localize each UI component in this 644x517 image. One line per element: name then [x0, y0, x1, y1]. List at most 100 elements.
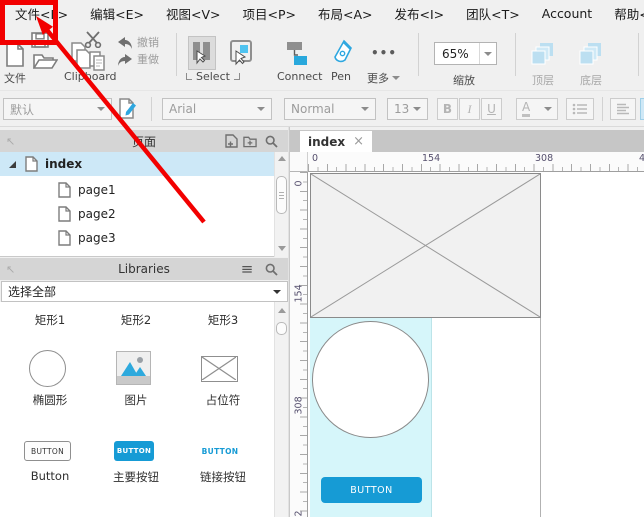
tab-close-icon[interactable]: × — [353, 134, 364, 149]
new-file-button[interactable] — [3, 42, 26, 68]
menu-account[interactable]: Account — [531, 6, 603, 21]
libraries-menu-icon[interactable]: ≡ — [240, 260, 254, 278]
libraries-scrollbar[interactable] — [274, 302, 288, 517]
library-item-label-placeholder[interactable]: 占位符 — [180, 392, 266, 408]
library-item-label-link-button[interactable]: 链接按钮 — [180, 469, 266, 485]
menu-project[interactable]: 项目<P> — [232, 4, 308, 23]
library-widget-ellipse[interactable] — [29, 350, 66, 387]
zoom-dropdown-button[interactable] — [479, 43, 496, 64]
open-button[interactable] — [32, 52, 59, 71]
vertical-ruler: 0 154 308 2 — [290, 172, 308, 517]
more-button[interactable]: 更多 — [367, 70, 400, 86]
scroll-up-icon[interactable] — [278, 308, 286, 313]
edit-style-button[interactable] — [116, 97, 140, 121]
canvas-placeholder-widget[interactable] — [310, 173, 541, 318]
paste-button[interactable] — [88, 50, 106, 71]
page-tree-item-page2[interactable]: page2 — [0, 202, 288, 226]
connect-icon — [287, 42, 307, 65]
pen-button[interactable] — [329, 38, 355, 66]
format-toolbar: 默认 Arial Normal 13 B I U A — [0, 90, 644, 127]
cut-button[interactable] — [83, 30, 103, 48]
ruler-mark: 0 — [293, 180, 305, 187]
bold-button[interactable]: B — [437, 98, 458, 120]
select-corner-right-icon — [233, 73, 240, 80]
library-widget-link-button[interactable]: BUTTON — [180, 447, 260, 456]
library-widget-image[interactable] — [116, 351, 151, 385]
font-color-button[interactable]: A — [516, 98, 558, 120]
search-icon — [265, 135, 278, 148]
pages-scrollbar[interactable] — [274, 152, 288, 257]
library-item-label-rect2[interactable]: 矩形2 — [93, 312, 179, 328]
layers-front-icon — [531, 43, 553, 65]
menu-publish[interactable]: 发布<I> — [384, 4, 456, 23]
layers-back-icon — [579, 43, 601, 65]
page-boundary-line — [540, 318, 541, 517]
toolbar-divider — [176, 33, 177, 76]
select-mode-contain-button[interactable] — [227, 36, 257, 70]
search-pages-button[interactable] — [264, 134, 278, 148]
zoom-value: 65% — [442, 46, 469, 61]
more-dots-icon[interactable]: ••• — [371, 46, 397, 60]
italic-button[interactable]: I — [459, 98, 480, 120]
search-libraries-button[interactable] — [264, 262, 278, 276]
scrollbar-thumb[interactable] — [276, 176, 287, 214]
pen-label: Pen — [331, 70, 351, 83]
canvas-button-widget[interactable]: BUTTON — [321, 477, 422, 503]
font-weight-select[interactable]: Normal — [284, 98, 376, 120]
toolbar-divider — [418, 33, 419, 76]
menu-file[interactable]: 文件<F> — [4, 4, 79, 23]
undo-button[interactable]: 撤销 — [117, 34, 159, 50]
select-mode-intersect-button[interactable] — [188, 36, 216, 70]
add-folder-button[interactable] — [243, 134, 257, 148]
chevron-down-icon — [273, 289, 281, 294]
ruler-mark: 154 — [422, 153, 441, 164]
library-item-label-button[interactable]: Button — [7, 469, 93, 483]
save-button[interactable] — [30, 31, 50, 49]
font-size-select[interactable]: 13 — [387, 98, 428, 120]
scroll-down-icon[interactable] — [278, 246, 286, 251]
canvas-ellipse-widget[interactable] — [312, 321, 429, 438]
scrollbar-thumb[interactable] — [276, 322, 287, 335]
page-icon — [58, 182, 71, 198]
underline-button[interactable]: U — [481, 98, 502, 120]
bullet-list-button[interactable] — [566, 98, 594, 120]
page-tree-item-page1[interactable]: page1 — [0, 178, 288, 202]
library-widget-button[interactable]: BUTTON — [24, 441, 71, 461]
toolbar-divider — [638, 33, 639, 76]
library-filter-select[interactable]: 选择全部 — [1, 281, 288, 302]
zoom-select[interactable]: 65% — [434, 42, 497, 65]
tab-index[interactable]: index × — [300, 131, 373, 152]
library-widget-primary-button[interactable]: BUTTON — [114, 441, 154, 461]
menu-help[interactable]: 帮助<H> — [603, 4, 644, 23]
menu-team[interactable]: 团队<T> — [455, 4, 531, 23]
libraries-panel-header: ↖ Libraries ≡ — [0, 258, 288, 280]
connect-button[interactable] — [280, 40, 310, 68]
align-left-icon — [617, 103, 629, 115]
page-tree-item-index[interactable]: index — [0, 152, 288, 176]
style-preset-select[interactable]: 默认 — [3, 98, 112, 120]
menu-arrange[interactable]: 布局<A> — [307, 4, 384, 23]
align-center-button[interactable] — [640, 98, 644, 120]
expander-icon[interactable] — [9, 160, 16, 168]
page-label: page1 — [78, 183, 116, 197]
library-item-label-ellipse[interactable]: 椭圆形 — [7, 392, 93, 408]
add-page-button[interactable] — [224, 134, 238, 148]
align-left-button[interactable] — [610, 98, 636, 120]
page-tree-item-page3[interactable]: page3 — [0, 226, 288, 250]
menu-edit[interactable]: 编辑<E> — [79, 4, 155, 23]
library-item-label-rect1[interactable]: 矩形1 — [7, 312, 93, 328]
library-widget-placeholder[interactable] — [201, 356, 238, 382]
paste-icon — [89, 50, 105, 71]
redo-button[interactable]: 重做 — [117, 51, 159, 67]
library-item-label-image[interactable]: 图片 — [93, 392, 179, 408]
font-family-select[interactable]: Arial — [162, 98, 272, 120]
library-item-label-rect3[interactable]: 矩形3 — [180, 312, 266, 328]
library-item-label-primary-button[interactable]: 主要按钮 — [93, 469, 179, 485]
font-color-letter: A — [522, 100, 531, 118]
canvas-cyan-panel-widget[interactable]: BUTTON — [310, 318, 432, 517]
menu-view[interactable]: 视图<V> — [155, 4, 232, 23]
design-canvas[interactable]: BUTTON — [308, 172, 644, 517]
scroll-up-icon[interactable] — [278, 156, 286, 161]
send-to-back-button[interactable] — [578, 41, 604, 66]
bring-to-front-button[interactable] — [530, 41, 556, 66]
